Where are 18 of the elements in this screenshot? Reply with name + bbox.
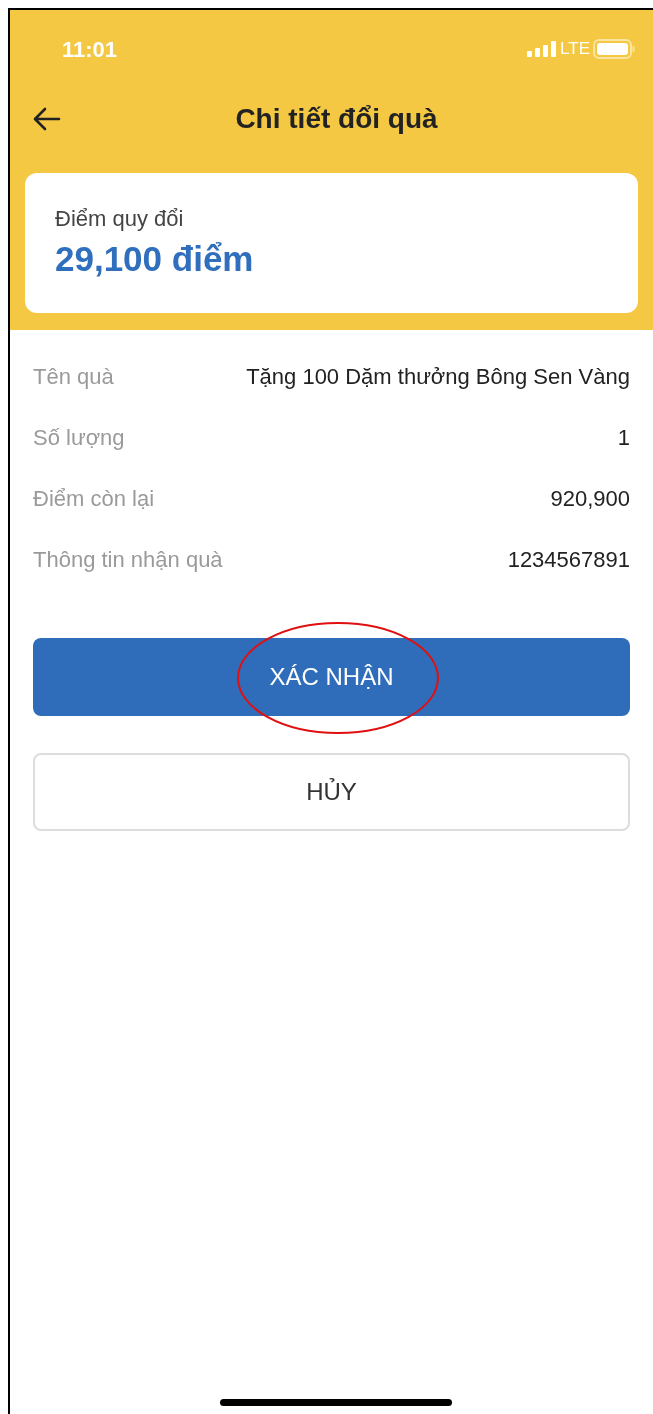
signal-icon: [527, 41, 558, 57]
detail-value: 920,900: [550, 485, 630, 513]
back-arrow-icon: [33, 107, 61, 131]
battery-icon: [593, 39, 635, 59]
page-title: Chi tiết đổi quà: [234, 102, 438, 136]
confirm-button[interactable]: XÁC NHẬN: [33, 638, 630, 716]
cancel-button[interactable]: HỦY: [33, 753, 630, 831]
detail-label: Số lượng: [33, 424, 125, 452]
points-value: 29,100 điểm: [55, 238, 255, 280]
detail-value: 1: [617, 424, 630, 452]
detail-value: Tặng 100 Dặm thưởng Bông Sen Vàng: [246, 363, 630, 391]
detail-label: Điểm còn lại: [33, 485, 155, 513]
detail-label: Thông tin nhận quà: [33, 546, 223, 574]
status-time: 11:01: [62, 35, 118, 64]
detail-label: Tên quà: [33, 363, 114, 391]
points-label: Điểm quy đổi: [55, 205, 185, 233]
network-label: LTE: [560, 38, 590, 61]
detail-value: 1234567891: [507, 546, 630, 574]
